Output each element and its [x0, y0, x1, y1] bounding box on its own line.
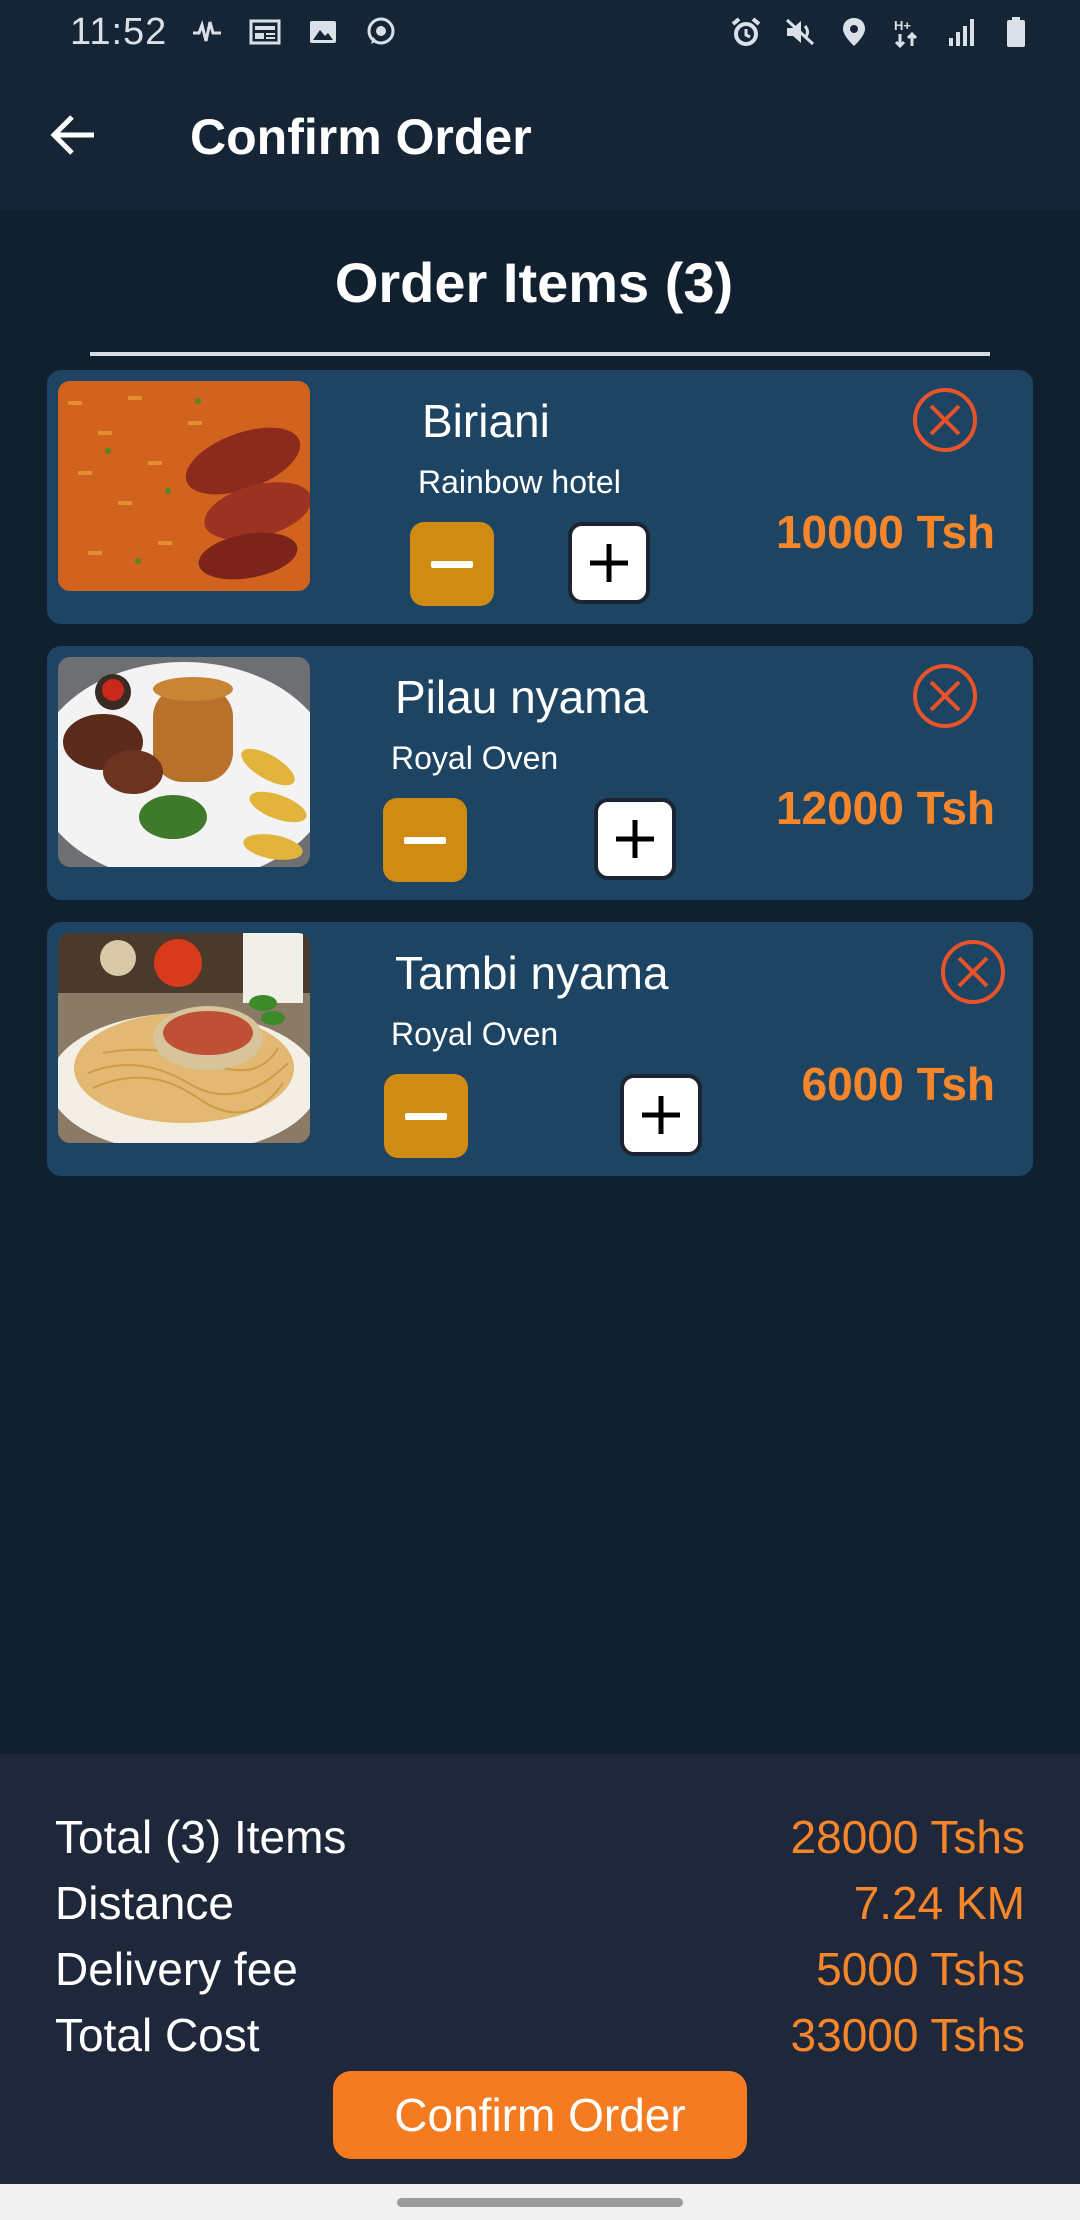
minus-icon: [431, 560, 473, 568]
decrease-quantity-button[interactable]: [383, 798, 467, 882]
plus-icon: [590, 544, 628, 582]
delivery-fee-value: 5000 Tshs: [816, 1943, 1025, 1995]
decrease-quantity-button[interactable]: [384, 1074, 468, 1158]
order-item-card: Pilau nyama Royal Oven 12000 Tsh: [47, 646, 1033, 900]
page-title: Confirm Order: [190, 109, 532, 165]
alarm-icon: [730, 16, 762, 48]
total-items-value: 28000 Tshs: [790, 1811, 1025, 1863]
item-name: Pilau nyama: [395, 671, 649, 723]
close-circle-icon: [913, 664, 977, 728]
item-name: Tambi nyama: [395, 947, 669, 999]
remove-item-button[interactable]: [911, 386, 979, 454]
increase-quantity-button[interactable]: [594, 798, 676, 880]
confirm-order-button[interactable]: Confirm Order: [333, 2071, 747, 2159]
plus-icon: [616, 820, 654, 858]
news-icon: [249, 16, 281, 48]
close-circle-icon: [941, 940, 1005, 1004]
food-photo-pilau: [58, 657, 310, 867]
minus-icon: [404, 836, 446, 844]
image-icon: [307, 16, 339, 48]
food-photo-tambi: [58, 933, 310, 1143]
remove-item-button[interactable]: [911, 662, 979, 730]
summary-row-total-cost: Total Cost 33000 Tshs: [55, 2008, 1025, 2062]
pulse-icon: [191, 16, 223, 48]
distance-value: 7.24 KM: [853, 1877, 1025, 1929]
increase-quantity-button[interactable]: [568, 522, 650, 604]
order-item-card: Tambi nyama Royal Oven 6000 Tsh: [47, 922, 1033, 1176]
item-name: Biriani: [422, 395, 550, 447]
decrease-quantity-button[interactable]: [410, 522, 494, 606]
status-time: 11:52: [70, 10, 168, 53]
signal-icon: [946, 16, 978, 48]
order-summary: Total (3) Items 28000 Tshs Distance 7.24…: [0, 1754, 1080, 2184]
item-restaurant: Royal Oven: [391, 740, 559, 776]
item-restaurant: Royal Oven: [391, 1016, 559, 1052]
plus-icon: [642, 1096, 680, 1134]
item-price: 10000 Tsh: [775, 506, 995, 558]
whatsapp-icon: [365, 16, 397, 48]
close-circle-icon: [913, 388, 977, 452]
food-photo-biriani: [58, 381, 310, 591]
order-items-heading: Order Items (3): [334, 251, 734, 314]
app-bar: Confirm Order: [0, 64, 1080, 210]
item-price: 12000 Tsh: [775, 782, 995, 834]
battery-icon: [1000, 16, 1032, 48]
status-bar: 11:52 H+: [0, 0, 1080, 64]
item-restaurant: Rainbow hotel: [418, 464, 621, 500]
minus-icon: [405, 1112, 447, 1120]
remove-item-button[interactable]: [939, 938, 1007, 1006]
distance-label: Distance: [55, 1877, 234, 1929]
summary-row-delivery-fee: Delivery fee 5000 Tshs: [55, 1942, 1025, 1996]
arrow-left-icon: [48, 110, 98, 165]
item-price: 6000 Tsh: [801, 1058, 995, 1110]
data-arrows-icon: H+: [892, 16, 924, 48]
svg-text:H+: H+: [894, 18, 911, 33]
back-button[interactable]: [0, 64, 150, 210]
total-cost-label: Total Cost: [55, 2009, 260, 2061]
heading-underline: [90, 352, 990, 356]
home-gesture-handle[interactable]: [397, 2198, 683, 2207]
order-item-card: Biriani Rainbow hotel 10000 Tsh: [47, 370, 1033, 624]
delivery-fee-label: Delivery fee: [55, 1943, 298, 1995]
location-icon: [838, 16, 870, 48]
total-items-label: Total (3) Items: [55, 1811, 347, 1863]
summary-row-distance: Distance 7.24 KM: [55, 1876, 1025, 1930]
total-cost-value: 33000 Tshs: [790, 2009, 1025, 2061]
increase-quantity-button[interactable]: [620, 1074, 702, 1156]
system-nav-bar: [0, 2184, 1080, 2220]
summary-row-total-items: Total (3) Items 28000 Tshs: [55, 1810, 1025, 1864]
confirm-order-screen: 11:52 H+ Confirm Order Order Items (3) B…: [0, 0, 1080, 2220]
mute-icon: [784, 16, 816, 48]
